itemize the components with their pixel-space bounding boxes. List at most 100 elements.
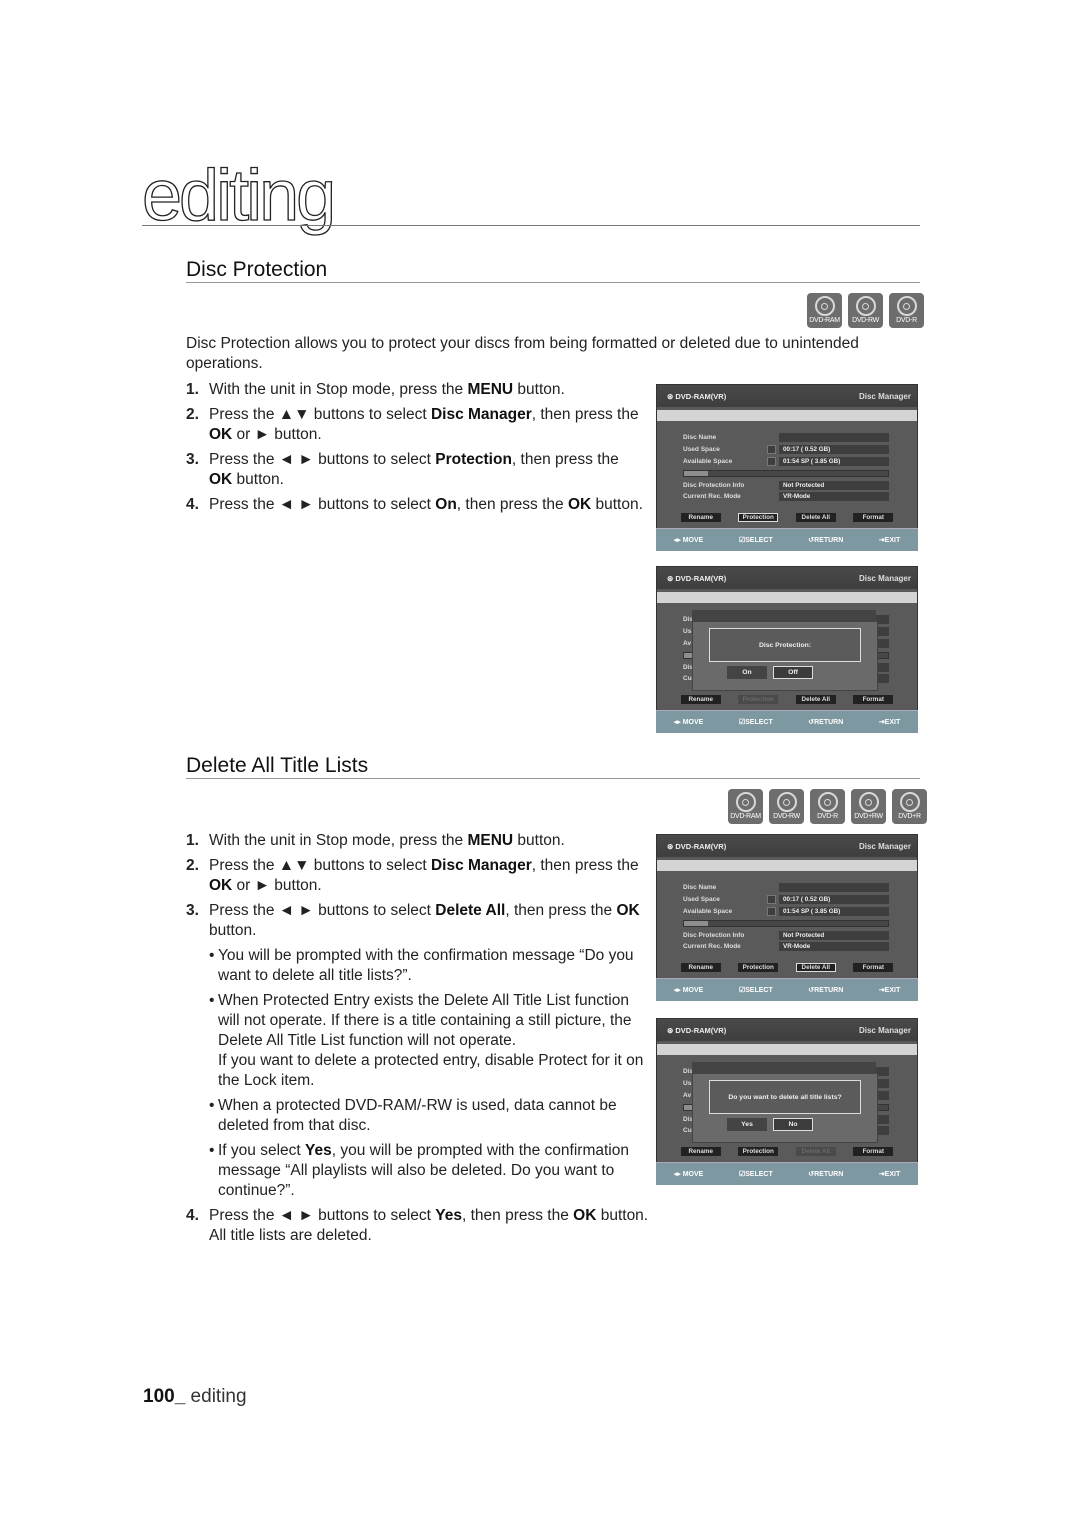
osd-footer-label: ◂▸ MOVE [673, 719, 704, 726]
disc-badge-label: DVD+RW [854, 813, 883, 820]
step-text: Press the ◄ ► buttons to select On, then… [209, 495, 643, 515]
osd-disc-type: ⊛ DVD-RAM(VR) [667, 574, 726, 583]
disc-badge-label: DVD-R [896, 317, 917, 324]
osd-footer-label: SELECT [745, 987, 773, 994]
osd-button-rename[interactable]: Rename [680, 963, 721, 972]
bold-term: On [435, 496, 457, 513]
step-number: 3. [186, 902, 199, 919]
osd-footer-move: ◂▸ MOVE [674, 718, 704, 726]
osd-label-used-space: Us [683, 1080, 692, 1087]
osd-footer-move: ◂▸ MOVE [674, 536, 704, 544]
osd-color-swatch [767, 445, 776, 454]
disc-badge-dvdrw: DVD-RW [848, 293, 883, 328]
page-footer: 100_ editing [143, 1386, 247, 1408]
osd-value-available-space: 01:54 SP ( 3.85 GB) [779, 907, 889, 916]
step-item: 4. Press the ◄ ► buttons to select Yes, t… [186, 1206, 651, 1246]
footer-chapter: editing [185, 1386, 247, 1407]
osd-button-row: Rename Protection Delete All Format [656, 1147, 918, 1156]
osd-menu-title: Disc Manager [858, 391, 911, 401]
text-run: , then press the [456, 496, 568, 513]
text-run: , then press the [511, 451, 619, 468]
osd-panel: ⊛ DVD-RAM(VR) Disc Manager Dis Us Av Dis Cu Ren… [656, 1018, 918, 1185]
disc-icon [814, 296, 835, 316]
text-run: When Protected Entry exists the Delete A… [218, 992, 632, 1049]
osd-footer-move: ◂▸ MOVE [674, 986, 704, 994]
osd-button-rename[interactable]: Rename [680, 1147, 721, 1156]
osd-popup-button-no[interactable]: No [773, 1118, 813, 1131]
text-run: Press the ◄ ► buttons to select [209, 902, 436, 919]
osd-footer: ◂▸ MOVE ☑SELECT ↺RETURN ⇥EXIT [656, 710, 918, 733]
disc-badge-label: DVD-RW [773, 813, 800, 820]
osd-popup-button-off[interactable]: Off [773, 666, 813, 679]
osd-button-delete-all[interactable]: Delete All [795, 513, 836, 522]
osd-label-rec-mode: Cu [683, 675, 692, 682]
osd-button-row: Rename Protection Delete All Format [656, 513, 918, 522]
osd-button-format[interactable]: Format [853, 513, 894, 522]
step-text: Press the ◄ ► buttons to select Yes, the… [209, 1206, 651, 1246]
osd-footer-label: RETURN [814, 1171, 844, 1178]
osd-disc-type: ⊛ DVD-RAM(VR) [667, 842, 726, 851]
bullet-dot: • [209, 947, 215, 964]
osd-footer-select: ☑SELECT [739, 986, 773, 994]
osd-footer-label: SELECT [745, 537, 773, 544]
osd-button-rename[interactable]: Rename [680, 513, 721, 522]
osd-label-used-space: Used Space [683, 896, 720, 903]
disc-badge-label: DVD-RAM [730, 813, 761, 820]
bold-term: Yes [305, 1142, 332, 1159]
osd-popup-button-on[interactable]: On [727, 666, 767, 679]
osd-color-swatch [767, 907, 776, 916]
section-title-delete-all: Delete All Title Lists [186, 754, 369, 777]
osd-label-rec-mode: Current Rec. Mode [683, 493, 741, 500]
osd-button-rename[interactable]: Rename [680, 695, 721, 704]
osd-button-format[interactable]: Format [853, 963, 894, 972]
disc-icon [896, 296, 917, 316]
osd-button-protection[interactable]: Protection [738, 513, 779, 522]
text-run: or ► button. [232, 426, 322, 443]
osd-button-format[interactable]: Format [853, 1147, 894, 1156]
disc-icon [817, 792, 838, 812]
step-text: Press the ▲▼ buttons to select Disc Mana… [209, 856, 651, 896]
step-text: Press the ◄ ► buttons to select Protecti… [209, 450, 646, 490]
osd-title-strip [657, 592, 917, 603]
osd-value-available-space: 01:54 SP ( 3.85 GB) [779, 457, 889, 466]
text-run: , then press the [462, 1207, 574, 1224]
osd-space-bar [683, 470, 889, 477]
osd-footer: ◂▸ MOVE ☑SELECT ↺RETURN ⇥EXIT [656, 978, 918, 1001]
text-run: button. [591, 496, 643, 513]
osd-popup-dialog: Do you want to delete all title lists? Ye… [692, 1073, 878, 1143]
bullet-dot: • [209, 992, 215, 1009]
text-run: Press the ◄ ► buttons to select [209, 1207, 436, 1224]
osd-footer-label: ◂▸ MOVE [673, 537, 704, 544]
osd-label-used-space: Us [683, 628, 692, 635]
osd-button-delete-all[interactable]: Delete All [795, 963, 836, 972]
osd-space-bar-fill [684, 921, 709, 926]
step-number: 4. [186, 1207, 199, 1224]
osd-value-protection-info: Not Protected [779, 481, 889, 490]
section-rule [186, 282, 920, 283]
disc-badge-label: DVD-RW [852, 317, 879, 324]
osd-menu-title: Disc Manager [858, 573, 911, 583]
osd-button-protection[interactable]: Protection [738, 695, 779, 704]
disc-badge-dvdr: DVD-R [889, 293, 924, 328]
osd-popup-button-yes[interactable]: Yes [727, 1118, 767, 1131]
osd-footer-label: RETURN [814, 537, 844, 544]
osd-panel: ⊛ DVD-RAM(VR) Disc Manager Disc Name Used S… [656, 384, 918, 551]
osd-button-delete-all[interactable]: Delete All [795, 1147, 836, 1156]
osd-button-format[interactable]: Format [853, 695, 894, 704]
osd-button-protection[interactable]: Protection [738, 1147, 779, 1156]
osd-content: Disc Name Used Space 00:17 ( 0.52 GB) Avail… [657, 421, 917, 516]
chapter-title: editing [141, 156, 336, 236]
bold-term: OK [209, 471, 233, 488]
text-run: Press the ◄ ► buttons to select [209, 496, 436, 513]
osd-button-delete-all[interactable]: Delete All [795, 695, 836, 704]
osd-popup-message: Disc Protection: [709, 628, 861, 662]
text-run: Press the ◄ ► buttons to select [209, 451, 436, 468]
osd-button-protection[interactable]: Protection [738, 963, 779, 972]
bold-term: Disc Manager [430, 406, 532, 423]
step-item: 2. Press the ▲▼ buttons to select Disc Ma… [186, 856, 651, 896]
text-run: , then press the [531, 406, 639, 423]
step-text: Press the ▲▼ buttons to select Disc Mana… [209, 405, 646, 445]
step-item: 4. Press the ◄ ► buttons to select On, th… [186, 495, 646, 515]
step-number: 4. [186, 496, 199, 513]
text-run: With the unit in Stop mode, press the [209, 381, 468, 398]
